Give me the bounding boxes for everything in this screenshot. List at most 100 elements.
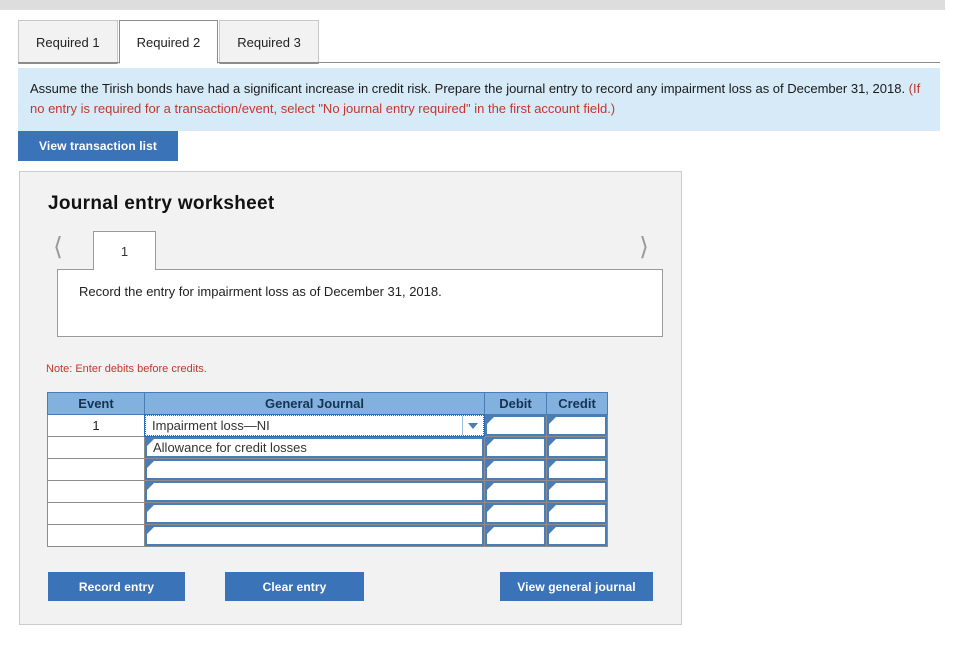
row-4-credit-cell[interactable] [547, 481, 608, 503]
row-6-debit-input[interactable] [485, 525, 546, 546]
row-1-account-select[interactable]: Impairment loss—NI [145, 415, 484, 436]
row-6-account-input[interactable] [145, 525, 484, 546]
chevron-left-icon[interactable]: ⟨ [44, 233, 72, 263]
record-entry-label: Record entry [79, 580, 154, 594]
instruction-main-text: Assume the Tirish bonds have had a signi… [30, 81, 909, 96]
table-row [48, 525, 608, 547]
row-4-account-input[interactable] [145, 481, 484, 502]
view-general-journal-label: View general journal [517, 580, 635, 594]
worksheet-description-box: Record the entry for impairment loss as … [57, 269, 663, 337]
row-2-event [48, 437, 145, 459]
chevron-down-icon[interactable] [462, 416, 482, 435]
corner-marker-icon [487, 527, 494, 534]
row-3-debit-cell[interactable] [485, 459, 547, 481]
view-transaction-list-label: View transaction list [39, 139, 157, 153]
tab-required-2-label: Required 2 [137, 35, 201, 50]
tab-required-1[interactable]: Required 1 [18, 20, 118, 64]
column-header-general-journal: General Journal [145, 393, 485, 415]
corner-marker-icon [549, 483, 556, 490]
corner-marker-icon [549, 417, 556, 424]
row-5-account-cell[interactable] [145, 503, 485, 525]
row-5-account-input[interactable] [145, 503, 484, 524]
row-4-debit-input[interactable] [485, 481, 546, 502]
worksheet-title: Journal entry worksheet [48, 193, 275, 215]
table-row [48, 481, 608, 503]
row-1-debit-cell[interactable] [485, 415, 547, 437]
row-1-debit-input[interactable] [485, 415, 546, 436]
corner-marker-icon [487, 417, 494, 424]
journal-entry-table: Event General Journal Debit Credit 1 Imp… [47, 392, 608, 547]
record-entry-button[interactable]: Record entry [48, 572, 185, 601]
row-1-event: 1 [48, 415, 145, 437]
row-2-account-value: Allowance for credit losses [147, 440, 307, 455]
worksheet-description-text: Record the entry for impairment loss as … [79, 284, 442, 299]
tab-required-3[interactable]: Required 3 [219, 20, 319, 64]
row-6-account-cell[interactable] [145, 525, 485, 547]
corner-marker-icon [147, 461, 154, 468]
table-row [48, 459, 608, 481]
row-3-credit-input[interactable] [547, 459, 607, 480]
tab-required-2[interactable]: Required 2 [119, 20, 219, 64]
row-2-account-input[interactable]: Allowance for credit losses [145, 437, 484, 458]
corner-marker-icon [487, 483, 494, 490]
table-row: 1 Impairment loss—NI [48, 415, 608, 437]
row-3-debit-input[interactable] [485, 459, 546, 480]
row-6-credit-input[interactable] [547, 525, 607, 546]
worksheet-pager: ⟨ 1 ⟩ [20, 226, 683, 270]
required-tabs: Required 1 Required 2 Required 3 [18, 19, 320, 64]
row-5-event [48, 503, 145, 525]
corner-marker-icon [147, 527, 154, 534]
top-gray-strip [0, 0, 945, 10]
pager-page-1-label: 1 [121, 244, 128, 259]
row-5-debit-cell[interactable] [485, 503, 547, 525]
clear-entry-button[interactable]: Clear entry [225, 572, 364, 601]
row-2-account-cell[interactable]: Allowance for credit losses [145, 437, 485, 459]
row-3-account-cell[interactable] [145, 459, 485, 481]
row-1-credit-cell[interactable] [547, 415, 608, 437]
chevron-right-icon[interactable]: ⟩ [630, 233, 658, 263]
row-4-debit-cell[interactable] [485, 481, 547, 503]
table-row [48, 503, 608, 525]
row-2-credit-cell[interactable] [547, 437, 608, 459]
table-row: Allowance for credit losses [48, 437, 608, 459]
corner-marker-icon [549, 461, 556, 468]
view-general-journal-button[interactable]: View general journal [500, 572, 653, 601]
row-1-credit-input[interactable] [547, 415, 607, 436]
row-4-event [48, 481, 145, 503]
tab-required-1-label: Required 1 [36, 35, 100, 50]
corner-marker-icon [549, 505, 556, 512]
corner-marker-icon [549, 439, 556, 446]
corner-marker-icon [549, 527, 556, 534]
row-2-debit-input[interactable] [485, 437, 546, 458]
row-1-account-value: Impairment loss—NI [146, 418, 270, 433]
corner-marker-icon [487, 505, 494, 512]
corner-marker-icon [147, 505, 154, 512]
row-5-credit-input[interactable] [547, 503, 607, 524]
row-3-event [48, 459, 145, 481]
row-4-account-cell[interactable] [145, 481, 485, 503]
row-3-account-input[interactable] [145, 459, 484, 480]
corner-marker-icon [147, 439, 154, 446]
clear-entry-label: Clear entry [263, 580, 327, 594]
tab-required-3-label: Required 3 [237, 35, 301, 50]
row-5-credit-cell[interactable] [547, 503, 608, 525]
row-2-credit-input[interactable] [547, 437, 607, 458]
column-header-event: Event [48, 393, 145, 415]
row-3-credit-cell[interactable] [547, 459, 608, 481]
row-4-credit-input[interactable] [547, 481, 607, 502]
row-6-debit-cell[interactable] [485, 525, 547, 547]
instruction-panel: Assume the Tirish bonds have had a signi… [18, 68, 940, 131]
row-1-account-cell[interactable]: Impairment loss—NI [145, 415, 485, 437]
debits-before-credits-note: Note: Enter debits before credits. [46, 363, 207, 375]
column-header-credit: Credit [547, 393, 608, 415]
row-6-credit-cell[interactable] [547, 525, 608, 547]
table-header-row: Event General Journal Debit Credit [48, 393, 608, 415]
row-5-debit-input[interactable] [485, 503, 546, 524]
pager-page-1-tab[interactable]: 1 [93, 231, 156, 270]
corner-marker-icon [487, 439, 494, 446]
row-2-debit-cell[interactable] [485, 437, 547, 459]
journal-entry-worksheet-panel: Journal entry worksheet ⟨ 1 ⟩ Record the… [19, 171, 682, 625]
corner-marker-icon [487, 461, 494, 468]
column-header-debit: Debit [485, 393, 547, 415]
view-transaction-list-button[interactable]: View transaction list [18, 131, 178, 161]
